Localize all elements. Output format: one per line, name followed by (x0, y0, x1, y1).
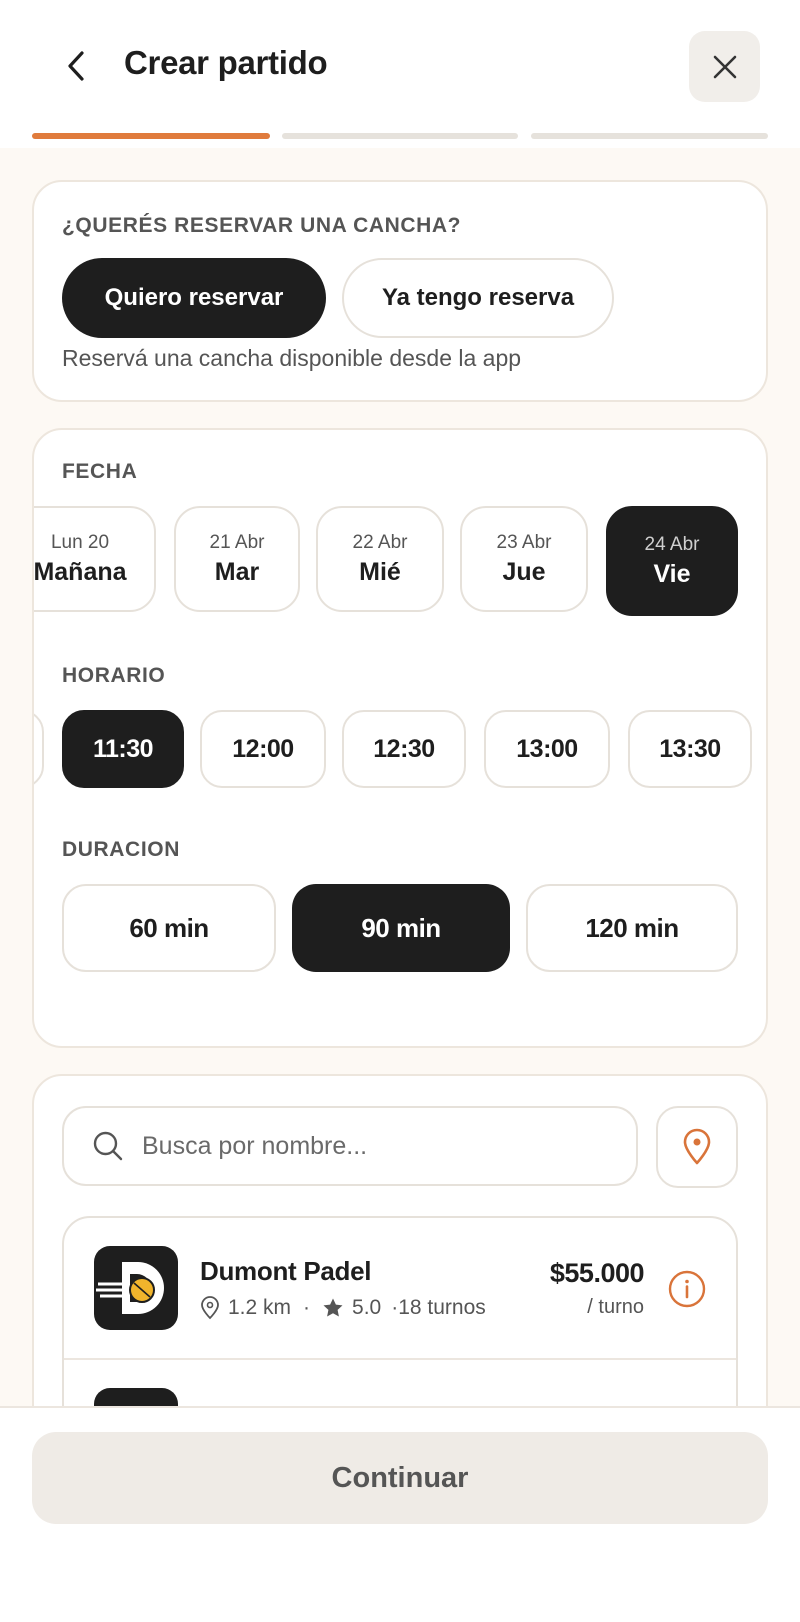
location-pin-icon (201, 1296, 219, 1320)
venue-price: $55.000 (549, 1258, 645, 1288)
header: Crear partido (0, 0, 800, 148)
venue-rating: 5.0 (352, 1296, 382, 1319)
back-button[interactable] (52, 38, 100, 94)
reservation-question: ¿QUERÉS RESERVAR UNA CANCHA? (62, 214, 462, 237)
chevron-left-icon (68, 51, 84, 81)
date-chip-weekday: Jue (502, 557, 546, 586)
date-chip[interactable]: Lun 20 Mañana (34, 506, 156, 612)
star-icon (323, 1298, 343, 1317)
page-title: Crear partido (124, 44, 328, 81)
reservation-helper-text: Reservá una cancha disponible desde la a… (62, 345, 522, 371)
duration-option[interactable]: 60 min (62, 884, 276, 972)
progress-step-2 (282, 133, 518, 139)
search-icon (93, 1131, 123, 1161)
time-selector: 11:30 12:00 12:30 13:00 13:30 (34, 710, 766, 792)
continue-button[interactable]: Continuar (32, 1432, 768, 1524)
time-chip[interactable]: 12:30 (342, 710, 466, 788)
venue-meta: 1.2 km · 5.0 ·18 turnos (200, 1296, 486, 1320)
date-chip-day: 22 Abr (352, 531, 408, 553)
venue-row[interactable]: Dumont Padel 1.2 km · 5.0 ·18 turnos $55… (64, 1218, 736, 1360)
venue-logo (94, 1246, 178, 1330)
time-label: HORARIO (62, 664, 166, 687)
date-chip-day: 23 Abr (496, 531, 552, 553)
duration-option[interactable]: 120 min (526, 884, 738, 972)
date-chip-weekday: Mañana (34, 557, 127, 586)
already-booked-button[interactable]: Ya tengo reserva (342, 258, 614, 338)
want-to-book-button[interactable]: Quiero reservar (62, 258, 326, 338)
date-chip-weekday: Vie (653, 559, 691, 588)
schedule-card: FECHA Lun 20 Mañana 21 Abr Mar 22 Abr Mi… (32, 428, 768, 1048)
info-icon[interactable] (668, 1270, 706, 1308)
search-input[interactable]: Busca por nombre... (62, 1106, 638, 1186)
time-chip[interactable]: 12:00 (200, 710, 326, 788)
search-placeholder: Busca por nombre... (142, 1131, 368, 1160)
location-pin-icon (683, 1128, 711, 1165)
meta-separator: · (303, 1296, 311, 1319)
date-chip[interactable]: 22 Abr Mié (316, 506, 444, 612)
venue-distance: 1.2 km (228, 1296, 292, 1319)
duration-option-selected[interactable]: 90 min (292, 884, 510, 972)
time-chip[interactable]: 13:30 (628, 710, 752, 788)
date-label: FECHA (62, 460, 138, 483)
date-chip-day: Lun 20 (50, 531, 110, 553)
date-selector: Lun 20 Mañana 21 Abr Mar 22 Abr Mié 23 A… (34, 506, 766, 620)
time-chip[interactable] (34, 710, 44, 788)
date-chip-day: 21 Abr (209, 531, 265, 553)
time-chip-selected[interactable]: 11:30 (62, 710, 184, 788)
venue-slots: ·18 turnos (391, 1296, 486, 1319)
progress-step-3 (531, 133, 768, 139)
location-button[interactable] (656, 1106, 738, 1188)
time-chip[interactable]: 13:00 (484, 710, 610, 788)
date-chip[interactable]: 21 Abr Mar (174, 506, 300, 612)
date-chip-weekday: Mié (359, 557, 401, 586)
date-chip-weekday: Mar (214, 557, 260, 586)
duration-label: DURACION (62, 838, 180, 861)
venue-price-unit: / turno (587, 1296, 644, 1318)
reservation-card: ¿QUERÉS RESERVAR UNA CANCHA? Quiero rese… (32, 180, 768, 402)
close-icon (713, 55, 736, 78)
date-chip-selected[interactable]: 24 Abr Vie (606, 506, 738, 616)
date-chip[interactable]: 23 Abr Jue (460, 506, 588, 612)
close-button[interactable] (689, 31, 760, 102)
venue-name: Dumont Padel (200, 1256, 372, 1286)
date-chip-day: 24 Abr (644, 533, 700, 555)
progress-step-1 (32, 133, 270, 139)
bottom-action-bar: Continuar (0, 1406, 800, 1622)
